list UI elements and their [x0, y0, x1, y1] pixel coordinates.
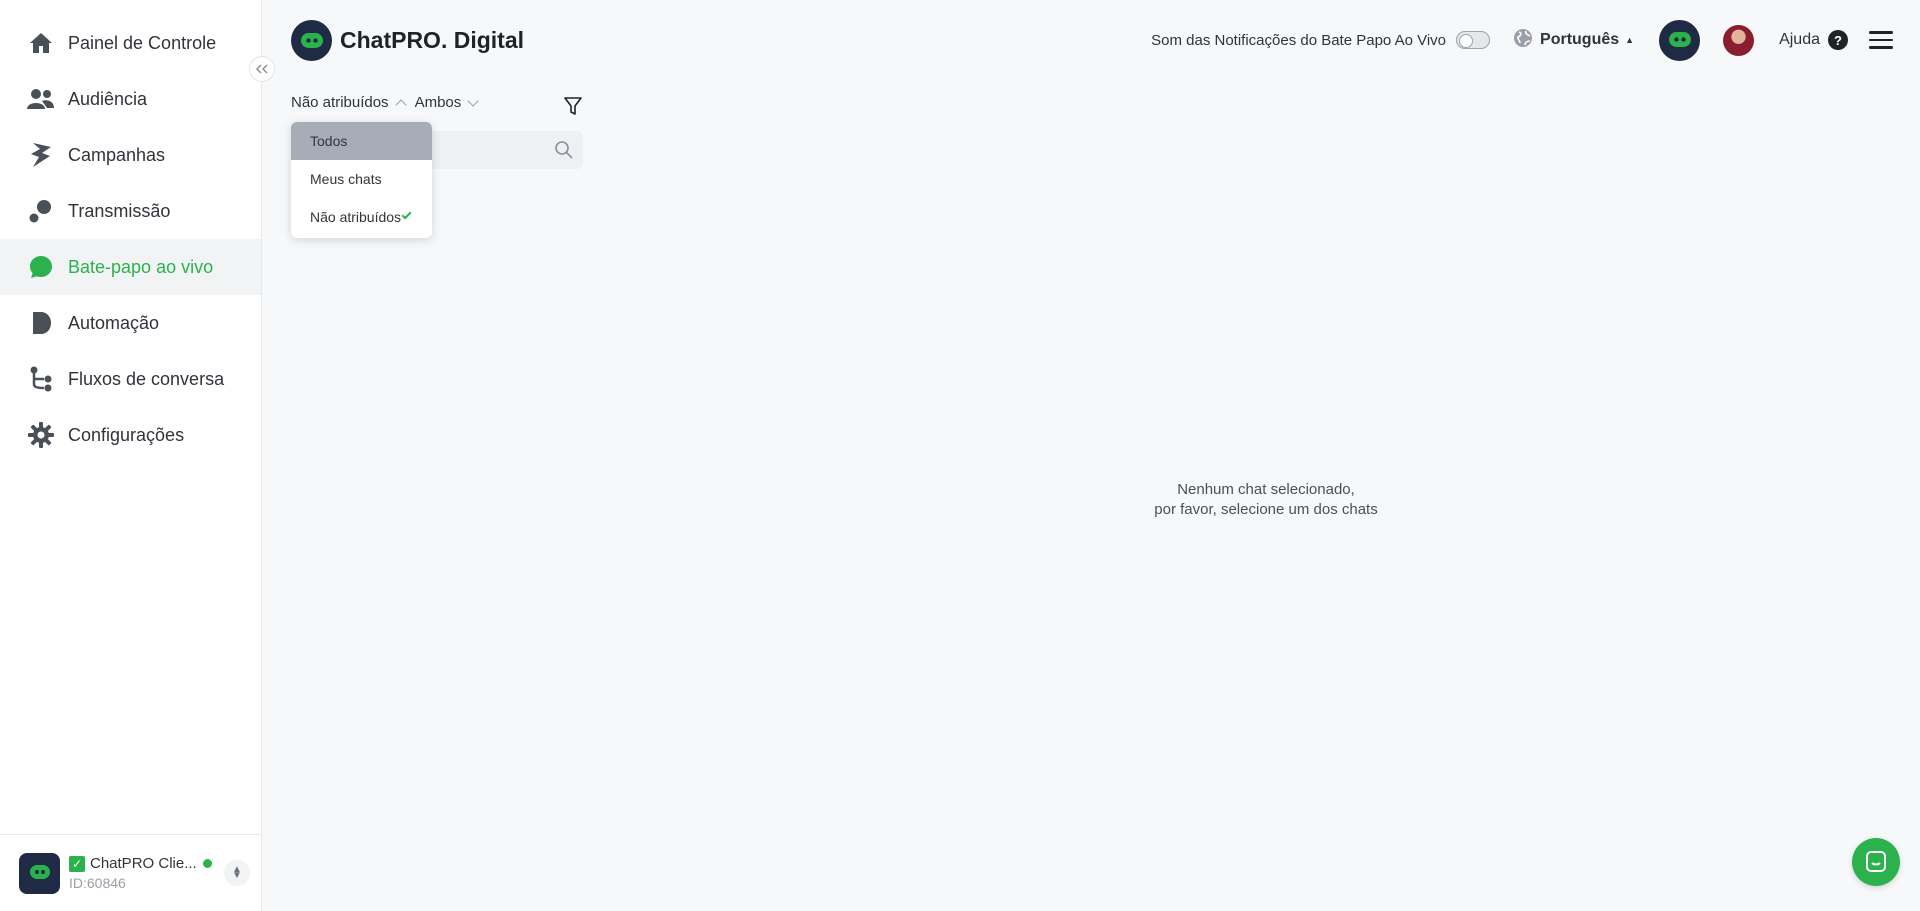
dropdown-item-todos[interactable]: Todos — [291, 122, 432, 160]
dropdown-item-label: Meus chats — [310, 171, 382, 187]
chat-bubble-icon — [27, 254, 54, 281]
notification-sound-label: Som das Notificações do Bate Papo Ao Viv… — [1151, 31, 1447, 49]
home-icon — [27, 30, 54, 57]
chat-filters: Não atribuídos Ambos — [291, 94, 487, 111]
sidebar-item-label: Bate-papo ao vivo — [68, 256, 214, 277]
assignment-filter[interactable]: Não atribuídos — [291, 94, 407, 111]
users-icon — [27, 86, 54, 113]
dropdown-item-nao-atribuidos[interactable]: Não atribuídos — [291, 198, 432, 236]
sidebar-item-configuracoes[interactable]: Configurações — [0, 407, 261, 463]
account-name: ChatPRO Clie... — [90, 855, 197, 872]
check-icon — [401, 209, 412, 220]
sidebar-item-audiencia[interactable]: Audiência — [0, 71, 261, 127]
sidebar-item-automacao[interactable]: Automação — [0, 295, 261, 351]
channel-filter-label: Ambos — [414, 94, 462, 111]
collapse-sidebar-button[interactable] — [249, 56, 275, 82]
sidebar-nav: Painel de Controle Audiência Campanhas T… — [0, 0, 261, 463]
language-selector[interactable]: Português ▲ — [1513, 28, 1634, 53]
sidebar-item-bate-papo[interactable]: Bate-papo ao vivo — [0, 239, 261, 295]
globe-icon — [1513, 28, 1533, 53]
hamburger-menu-icon[interactable] — [1869, 28, 1893, 52]
sidebar-item-label: Campanhas — [68, 144, 166, 165]
question-icon: ? — [1828, 30, 1848, 50]
sidebar-item-label: Configurações — [68, 424, 185, 445]
chat-icon — [1866, 851, 1886, 872]
notification-sound-toggle[interactable] — [1456, 31, 1491, 49]
bot-account-avatar[interactable] — [1659, 19, 1701, 61]
brand-name: ChatPRO. Digital — [340, 27, 525, 53]
sidebar-item-label: Painel de Controle — [68, 32, 217, 53]
empty-state-line-2: por favor, selecione um dos chats — [1154, 501, 1378, 518]
assignment-dropdown-menu: Todos Meus chats Não atribuídos — [291, 122, 432, 238]
language-label: Português — [1540, 31, 1620, 48]
dropdown-item-meus-chats[interactable]: Meus chats — [291, 160, 432, 198]
automation-icon — [27, 310, 54, 337]
sidebar-item-label: Transmissão — [68, 200, 171, 221]
help-link[interactable]: Ajuda ? — [1779, 30, 1848, 50]
brand[interactable]: ChatPRO. Digital — [291, 20, 524, 61]
brand-logo — [291, 20, 332, 61]
account-logo — [19, 852, 60, 894]
sidebar-item-label: Automação — [68, 312, 160, 333]
assignment-filter-label: Não atribuídos — [291, 94, 389, 111]
sidebar-item-label: Fluxos de conversa — [68, 368, 225, 389]
user-avatar[interactable] — [1723, 24, 1755, 56]
campaigns-icon — [27, 142, 54, 169]
sidebar: Painel de Controle Audiência Campanhas T… — [0, 0, 262, 911]
chevron-down-icon — [467, 95, 479, 107]
support-chat-button[interactable] — [1852, 838, 1900, 886]
account-switcher[interactable]: ✓ ChatPRO Clie... ID:60846 ▲ ▼ — [0, 834, 262, 911]
gear-icon — [27, 422, 54, 449]
dropdown-item-label: Todos — [310, 133, 348, 149]
sidebar-item-transmissao[interactable]: Transmissão — [0, 183, 261, 239]
account-info: ✓ ChatPRO Clie... ID:60846 — [69, 855, 219, 891]
top-header: ChatPRO. Digital Som das Notificações do… — [262, 0, 1920, 80]
caret-up-icon: ▲ — [1625, 35, 1635, 45]
sidebar-item-painel[interactable]: Painel de Controle — [0, 15, 261, 71]
filter-funnel-icon[interactable] — [564, 96, 582, 121]
account-id: ID:60846 — [69, 875, 126, 891]
sidebar-item-campanhas[interactable]: Campanhas — [0, 127, 261, 183]
empty-state-line-1: Nenhum chat selecionado, — [1177, 481, 1355, 498]
account-switch-icon[interactable]: ▲ ▼ — [224, 860, 250, 886]
empty-state-message: Nenhum chat selecionado, por favor, sele… — [1000, 480, 1532, 520]
help-label: Ajuda — [1779, 31, 1820, 48]
flows-icon — [27, 366, 54, 393]
dropdown-item-label: Não atribuídos — [310, 209, 402, 225]
sidebar-item-label: Audiência — [68, 88, 148, 109]
sidebar-item-fluxos[interactable]: Fluxos de conversa — [0, 351, 261, 407]
channel-filter[interactable]: Ambos — [414, 94, 479, 111]
online-status-dot — [202, 859, 212, 868]
broadcast-icon — [27, 198, 54, 225]
chevron-up-icon — [394, 99, 407, 111]
search-icon — [554, 140, 574, 165]
header-actions: Som das Notificações do Bate Papo Ao Viv… — [1151, 0, 1920, 80]
verified-check-icon: ✓ — [69, 855, 85, 872]
